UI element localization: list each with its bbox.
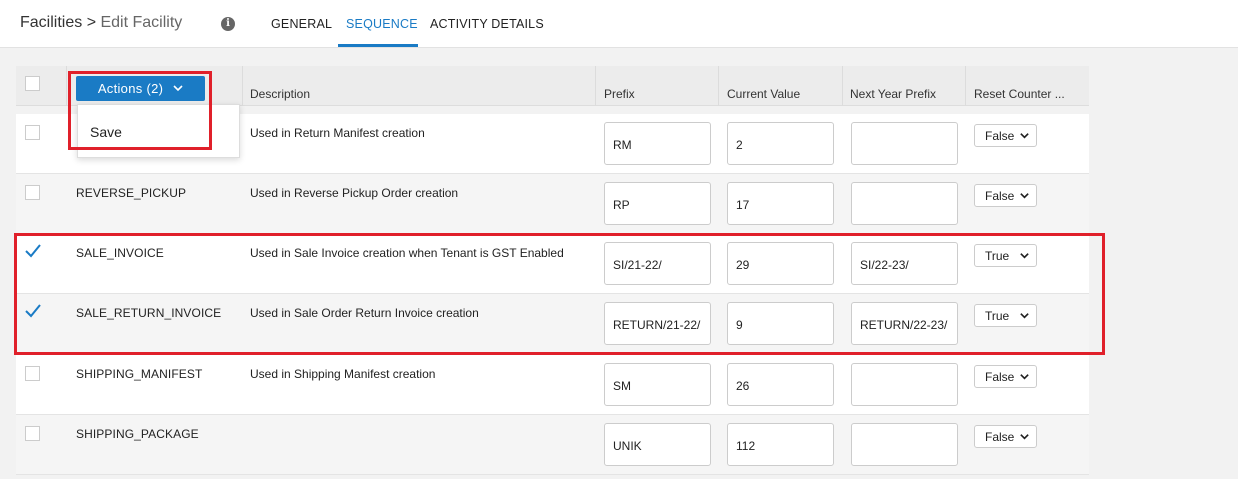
tab-general[interactable]: GENERAL: [271, 17, 332, 31]
reset-counter-value: False: [985, 370, 1015, 384]
highlight-box: [68, 71, 212, 150]
select-all-checkbox[interactable]: [25, 76, 40, 91]
column-header-prefix[interactable]: Prefix: [604, 87, 635, 101]
chevron-down-icon: [1020, 193, 1029, 199]
row-checkbox[interactable]: [25, 426, 40, 441]
top-bar: Facilities > Edit Facility i GENERAL SEQ…: [0, 0, 1238, 48]
prefix-input[interactable]: RM: [604, 122, 711, 165]
tab-activity-details[interactable]: ACTIVITY DETAILS: [430, 17, 544, 31]
info-icon[interactable]: i: [221, 17, 235, 31]
sequence-description: Used in Return Manifest creation: [250, 126, 425, 140]
reset-counter-value: False: [985, 430, 1015, 444]
prefix-input[interactable]: UNIK: [604, 423, 711, 466]
sequence-name: SHIPPING_MANIFEST: [76, 367, 203, 381]
highlight-box: [14, 233, 1105, 355]
reset-counter-value: False: [985, 189, 1015, 203]
row-checkbox[interactable]: [25, 125, 40, 140]
table-row: SHIPPING_PACKAGE UNIK 112 False: [16, 415, 1089, 475]
reset-counter-select[interactable]: False: [974, 184, 1037, 207]
active-tab-indicator: [338, 44, 418, 47]
chevron-down-icon: [1020, 374, 1029, 380]
column-divider: [595, 66, 596, 106]
breadcrumb: Facilities > Edit Facility: [20, 14, 182, 32]
column-divider: [842, 66, 843, 106]
current-value-input[interactable]: 26: [727, 363, 834, 406]
table-row: REVERSE_PICKUP Used in Reverse Pickup Or…: [16, 174, 1089, 234]
next-year-prefix-input[interactable]: [851, 363, 958, 406]
column-divider: [66, 66, 67, 106]
column-header-next-year-prefix[interactable]: Next Year Prefix: [850, 87, 936, 101]
reset-counter-select[interactable]: False: [974, 425, 1037, 448]
chevron-down-icon: [1020, 133, 1029, 139]
column-divider: [718, 66, 719, 106]
column-header-description[interactable]: Description: [250, 87, 310, 101]
sequence-description: Used in Shipping Manifest creation: [250, 367, 436, 381]
sequence-name: REVERSE_PICKUP: [76, 186, 187, 200]
next-year-prefix-input[interactable]: [851, 122, 958, 165]
breadcrumb-current: Edit Facility: [100, 14, 183, 31]
prefix-input[interactable]: SM: [604, 363, 711, 406]
current-value-input[interactable]: 112: [727, 423, 834, 466]
tab-sequence[interactable]: SEQUENCE: [346, 17, 418, 31]
reset-counter-select[interactable]: False: [974, 124, 1037, 147]
breadcrumb-separator: >: [86, 14, 97, 31]
column-divider: [965, 66, 966, 106]
chevron-down-icon: [1020, 434, 1029, 440]
breadcrumb-root[interactable]: Facilities: [20, 14, 82, 31]
reset-counter-select[interactable]: False: [974, 365, 1037, 388]
column-header-current-value[interactable]: Current Value: [727, 87, 800, 101]
current-value-input[interactable]: 2: [727, 122, 834, 165]
current-value-input[interactable]: 17: [727, 182, 834, 225]
row-checkbox[interactable]: [25, 366, 40, 381]
next-year-prefix-input[interactable]: [851, 423, 958, 466]
sequence-name: SHIPPING_PACKAGE: [76, 427, 199, 441]
table-row: SHIPPING_MANIFEST Used in Shipping Manif…: [16, 355, 1089, 415]
reset-counter-value: False: [985, 129, 1015, 143]
prefix-input[interactable]: RP: [604, 182, 711, 225]
column-header-reset-counter[interactable]: Reset Counter ...: [974, 87, 1065, 101]
next-year-prefix-input[interactable]: [851, 182, 958, 225]
column-divider: [242, 66, 243, 106]
sequence-description: Used in Reverse Pickup Order creation: [250, 186, 459, 200]
row-checkbox[interactable]: [25, 185, 40, 200]
